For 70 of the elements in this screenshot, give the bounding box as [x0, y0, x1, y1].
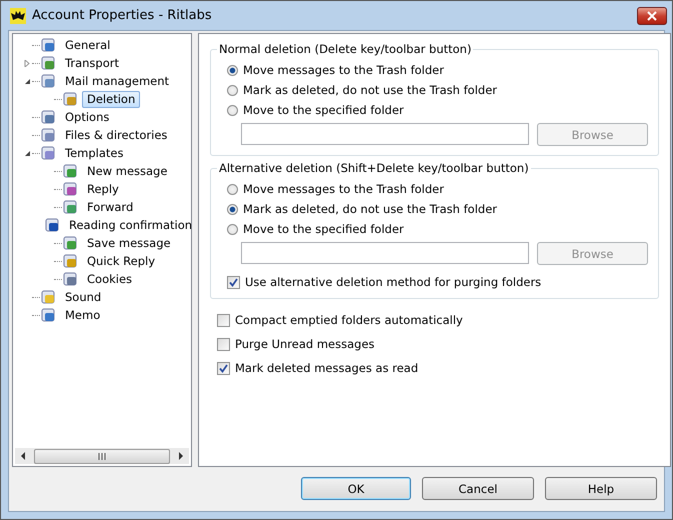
checkbox[interactable] — [217, 338, 230, 350]
tree-item[interactable]: Transport — [60, 54, 124, 72]
tree-item[interactable]: Reply — [82, 180, 124, 198]
tree-item[interactable]: Save message — [82, 234, 176, 252]
collapse-arrow-icon[interactable] — [24, 150, 30, 156]
checkbox-option[interactable]: Use alternative deletion method for purging folders — [227, 272, 648, 292]
horizontal-scrollbar[interactable] — [15, 448, 189, 464]
grip-icon — [98, 452, 106, 460]
item-icon — [40, 109, 56, 125]
tree-item[interactable]: Memo — [60, 306, 106, 324]
checkbox-option[interactable]: Purge Unread messages — [217, 334, 659, 354]
item-icon — [62, 181, 78, 197]
group-title: Normal deletion (Delete key/toolbar button) — [218, 42, 472, 56]
dialog-button[interactable]: Cancel — [422, 477, 534, 500]
tree-item[interactable]: Quick Reply — [82, 252, 160, 270]
radio-button[interactable] — [227, 204, 238, 214]
checkbox-option[interactable]: Mark deleted messages as read — [217, 358, 659, 378]
radio-option[interactable]: Mark as deleted, do not use the Trash folder — [227, 199, 648, 219]
item-icon — [40, 127, 56, 143]
scrollbar-thumb[interactable] — [34, 448, 170, 464]
radio-option[interactable]: Move to the specified folder — [227, 219, 648, 239]
tree-item[interactable]: Sound — [60, 288, 106, 306]
checkbox[interactable] — [227, 276, 240, 288]
radio-button[interactable] — [227, 224, 238, 234]
radio-option[interactable]: Mark as deleted, do not use the Trash folder — [227, 80, 648, 100]
item-icon — [40, 289, 56, 305]
tree-item[interactable]: Deletion — [82, 90, 140, 108]
tree-item[interactable]: Mail management — [60, 72, 174, 90]
radio-button[interactable] — [227, 64, 238, 76]
right-arrow-icon[interactable] — [178, 452, 184, 460]
expand-arrow-icon[interactable] — [24, 60, 30, 66]
item-icon — [40, 145, 56, 161]
window-title: Account Properties - Ritlabs — [32, 8, 212, 23]
checkbox[interactable] — [217, 362, 230, 374]
group-title: Alternative deletion (Shift+Delete key/toolbar button) — [218, 161, 530, 175]
item-icon — [62, 271, 78, 287]
tree-item[interactable]: Cookies — [82, 270, 138, 288]
dialog-button[interactable]: Help — [545, 477, 657, 500]
checkbox[interactable] — [217, 314, 230, 326]
item-icon — [62, 253, 78, 269]
radio-option[interactable]: Move messages to the Trash folder — [227, 60, 648, 80]
item-icon — [44, 217, 60, 233]
item-icon — [62, 163, 78, 179]
folder-input-field[interactable] — [241, 123, 529, 145]
item-icon — [40, 73, 56, 89]
item-icon — [62, 91, 78, 107]
tree-item[interactable]: Forward — [82, 198, 138, 216]
item-icon — [40, 55, 56, 71]
radio-button[interactable] — [227, 184, 238, 194]
close-button[interactable] — [637, 6, 667, 24]
left-arrow-icon[interactable] — [20, 452, 26, 460]
item-icon — [62, 199, 78, 215]
dialog-button[interactable]: OK — [301, 477, 411, 500]
item-icon — [62, 235, 78, 251]
tree-item[interactable]: New message — [82, 162, 172, 180]
checkbox-option[interactable]: Compact emptied folders automatically — [217, 310, 659, 330]
item-icon — [40, 37, 56, 53]
tree-item[interactable]: Options — [60, 108, 114, 126]
tree-item[interactable]: Reading confirmation — [64, 216, 191, 234]
radio-button[interactable] — [227, 84, 238, 96]
close-icon — [647, 10, 657, 20]
folder-input-field[interactable] — [241, 242, 529, 264]
collapse-arrow-icon[interactable] — [24, 78, 30, 84]
tree-item[interactable]: Files & directories — [60, 126, 172, 144]
item-icon — [40, 307, 56, 323]
radio-option[interactable]: Move messages to the Trash folder — [227, 179, 648, 199]
radio-option[interactable]: Move to the specified folder — [227, 100, 648, 120]
radio-button[interactable] — [227, 104, 238, 116]
tree-item[interactable]: Templates — [60, 144, 128, 162]
tree-item[interactable]: General — [60, 36, 116, 54]
